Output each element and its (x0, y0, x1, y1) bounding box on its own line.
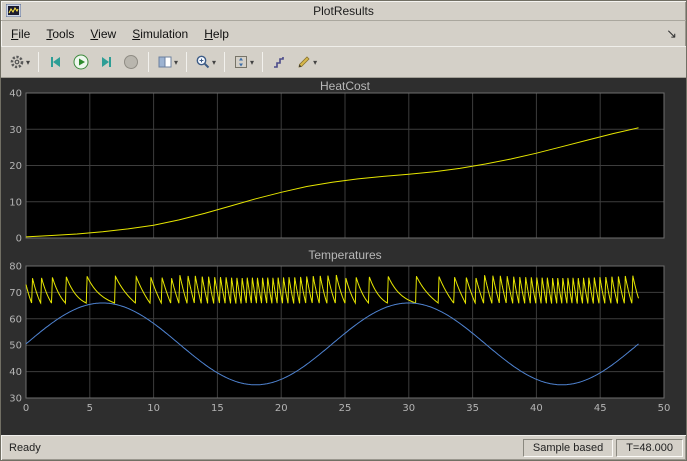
settings-button[interactable]: ▾ (6, 50, 33, 74)
svg-text:0: 0 (16, 234, 22, 245)
svg-text:20: 20 (9, 161, 22, 172)
svg-text:10: 10 (147, 403, 160, 414)
stop-icon (123, 54, 139, 70)
dropdown-arrow-icon: ▾ (250, 57, 255, 67)
toolbar-separator (186, 52, 188, 72)
zoom-icon (195, 54, 211, 70)
title-bar[interactable]: PlotResults (1, 1, 686, 21)
svg-text:0: 0 (23, 403, 29, 414)
signal-stairs-button[interactable] (268, 50, 292, 74)
run-icon (73, 54, 89, 70)
status-bar: Ready Sample based T=48.000 (1, 435, 686, 460)
run-button[interactable] (69, 50, 93, 74)
measurements-button[interactable]: ▾ (293, 50, 320, 74)
svg-text:30: 30 (9, 125, 22, 136)
svg-text:45: 45 (594, 403, 607, 414)
svg-text:40: 40 (9, 89, 22, 100)
svg-text:80: 80 (9, 262, 22, 273)
stairs-icon (272, 54, 288, 70)
status-text: Ready (9, 442, 41, 454)
zoom-button[interactable]: ▾ (192, 50, 219, 74)
svg-text:60: 60 (9, 314, 22, 325)
sample-mode-indicator: Sample based (522, 439, 614, 457)
menu-help[interactable]: Help (196, 24, 237, 44)
svg-text:40: 40 (9, 367, 22, 378)
toolbar-separator (262, 52, 264, 72)
layout-icon (157, 54, 173, 70)
dock-icon[interactable]: ↘ (666, 26, 677, 42)
dropdown-arrow-icon: ▾ (26, 57, 31, 67)
sim-time-indicator: T=48.000 (616, 439, 683, 457)
menu-bar: File Tools View Simulation Help ↘ (1, 21, 686, 46)
toolbar-separator (38, 52, 40, 72)
svg-text:25: 25 (339, 403, 352, 414)
dropdown-arrow-icon: ▾ (174, 57, 179, 67)
step-forward-button[interactable] (94, 50, 118, 74)
step-forward-icon (98, 54, 114, 70)
svg-text:10: 10 (9, 197, 22, 208)
gear-icon (9, 54, 25, 70)
menu-tools[interactable]: Tools (38, 24, 82, 44)
svg-text:30: 30 (9, 394, 22, 405)
fit-to-view-button[interactable]: ▾ (230, 50, 257, 74)
toolbar: ▾ ▾ ▾ ▾ ▾ (1, 46, 686, 78)
svg-text:70: 70 (9, 288, 22, 299)
scope-window: PlotResults File Tools View Simulation Help … (0, 0, 687, 461)
measure-icon (296, 54, 312, 70)
svg-text:35: 35 (466, 403, 479, 414)
menu-items: File Tools View Simulation Help (3, 24, 237, 44)
window-title: PlotResults (313, 3, 374, 18)
step-back-button[interactable] (44, 50, 68, 74)
svg-text:40: 40 (530, 403, 543, 414)
menu-view[interactable]: View (82, 24, 124, 44)
svg-text:30: 30 (402, 403, 415, 414)
plot-title-temperatures: Temperatures (308, 248, 382, 262)
svg-text:15: 15 (211, 403, 224, 414)
dropdown-arrow-icon: ▾ (313, 57, 318, 67)
menu-file[interactable]: File (3, 24, 38, 44)
layout-button[interactable]: ▾ (154, 50, 181, 74)
stop-button[interactable] (119, 50, 143, 74)
step-back-icon (48, 54, 64, 70)
svg-text:50: 50 (9, 341, 22, 352)
svg-text:5: 5 (87, 403, 93, 414)
fit-icon (233, 54, 249, 70)
menu-simulation[interactable]: Simulation (124, 24, 196, 44)
toolbar-separator (148, 52, 150, 72)
dropdown-arrow-icon: ▾ (212, 57, 217, 67)
scope-display[interactable]: 0 10 20 30 40 30 40 50 60 70 80 0 5 10 15 20 25 30 35 40 45 5… (1, 78, 686, 435)
plot-title-heatcost: HeatCost (319, 79, 371, 93)
svg-text:50: 50 (658, 403, 671, 414)
svg-text:20: 20 (275, 403, 288, 414)
toolbar-separator (224, 52, 226, 72)
